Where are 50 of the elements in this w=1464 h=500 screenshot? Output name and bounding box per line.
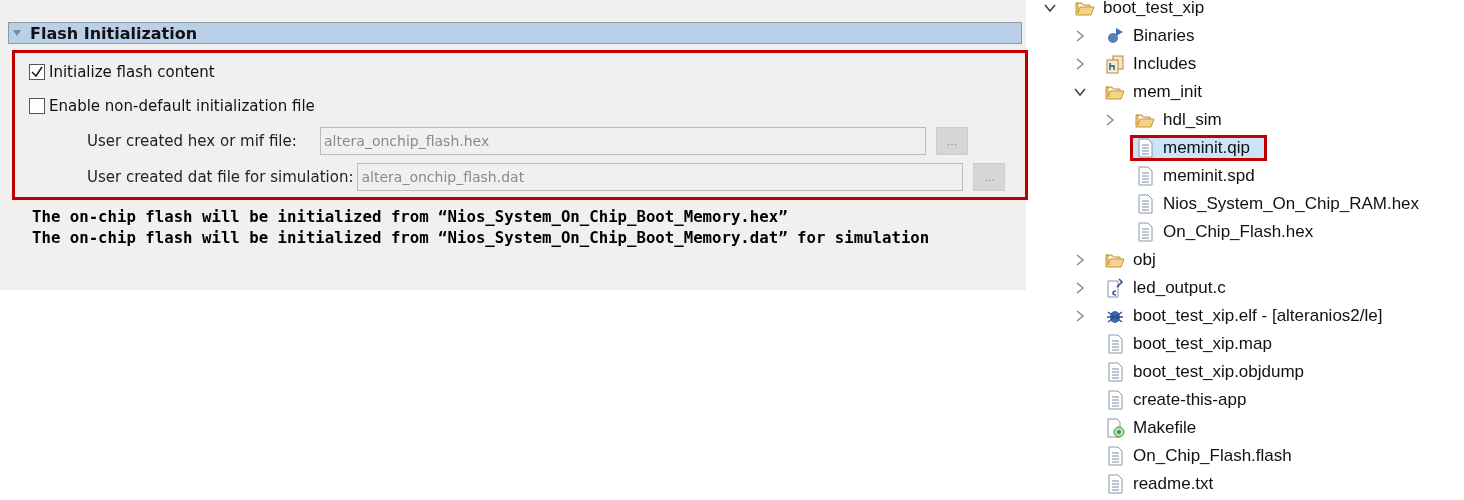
document-icon [1105, 334, 1125, 354]
tree-item[interactable]: Binaries [1100, 23, 1202, 49]
document-icon [1135, 222, 1155, 242]
checkbox-label: Initialize flash content [49, 63, 215, 81]
tree-item[interactable]: led_output.c [1100, 275, 1233, 301]
header-files-icon [1105, 54, 1125, 74]
tree-item[interactable]: hdl_sim [1130, 107, 1229, 133]
collapse-triangle-icon [12, 29, 22, 37]
document-icon [1105, 474, 1125, 494]
makefile-icon [1105, 418, 1125, 438]
document-icon [1105, 446, 1125, 466]
chevron-right-icon[interactable] [1074, 310, 1086, 322]
tree-item[interactable]: obj [1100, 247, 1163, 273]
info-message: The on-chip flash will be initialized from “Nios_System_On_Chip_Boot_Memory.hex” [32, 206, 789, 227]
tree-item[interactable]: boot_test_xip.map [1100, 331, 1279, 357]
section-title: Flash Initialization [30, 23, 198, 43]
checkbox-label: Enable non-default initialization file [49, 97, 315, 115]
tree-item[interactable]: readme.txt [1100, 471, 1221, 497]
tree-item[interactable]: Makefile [1100, 415, 1204, 441]
tree-item[interactable]: Nios_System_On_Chip_RAM.hex [1130, 191, 1427, 217]
chevron-right-icon[interactable] [1074, 58, 1086, 70]
tree-item[interactable]: On_Chip_Flash.hex [1130, 219, 1321, 245]
chevron-right-icon[interactable] [1074, 254, 1086, 266]
document-icon [1135, 166, 1155, 186]
tree-item[interactable]: boot_test_xip [1070, 0, 1212, 21]
info-message: The on-chip flash will be initialized from “Nios_System_On_Chip_Boot_Memory.dat” for simulation [32, 227, 931, 248]
tree-item[interactable]: boot_test_xip.elf - [alteranios2/le] [1100, 303, 1390, 329]
chevron-down-icon[interactable] [1044, 2, 1056, 14]
tree-item[interactable]: On_Chip_Flash.flash [1100, 443, 1299, 469]
chevron-right-icon[interactable] [1074, 282, 1086, 294]
section-header[interactable]: Flash Initialization [8, 22, 1022, 44]
tree-item[interactable]: meminit.spd [1130, 163, 1262, 189]
tree-item[interactable]: Includes [1100, 51, 1204, 77]
document-icon [1105, 362, 1125, 382]
tree-item[interactable]: boot_test_xip.objdump [1100, 359, 1312, 385]
checkbox[interactable] [29, 64, 45, 80]
tree-item[interactable]: mem_init [1100, 79, 1209, 105]
document-icon [1135, 138, 1155, 158]
field-label: User created hex or mif file: [86, 132, 298, 150]
document-icon [1135, 194, 1155, 214]
c-file-icon [1105, 278, 1125, 298]
document-icon [1105, 390, 1125, 410]
project-folder-icon [1075, 0, 1095, 18]
chevron-right-icon[interactable] [1074, 30, 1086, 42]
chevron-right-icon[interactable] [1104, 114, 1116, 126]
field-label: User created dat file for simulation: [86, 168, 355, 186]
chevron-down-icon[interactable] [1074, 86, 1086, 98]
checkbox[interactable] [29, 98, 45, 114]
tree-item[interactable]: create-this-app [1100, 387, 1254, 413]
tree-item[interactable]: meminit.qip [1130, 135, 1267, 161]
